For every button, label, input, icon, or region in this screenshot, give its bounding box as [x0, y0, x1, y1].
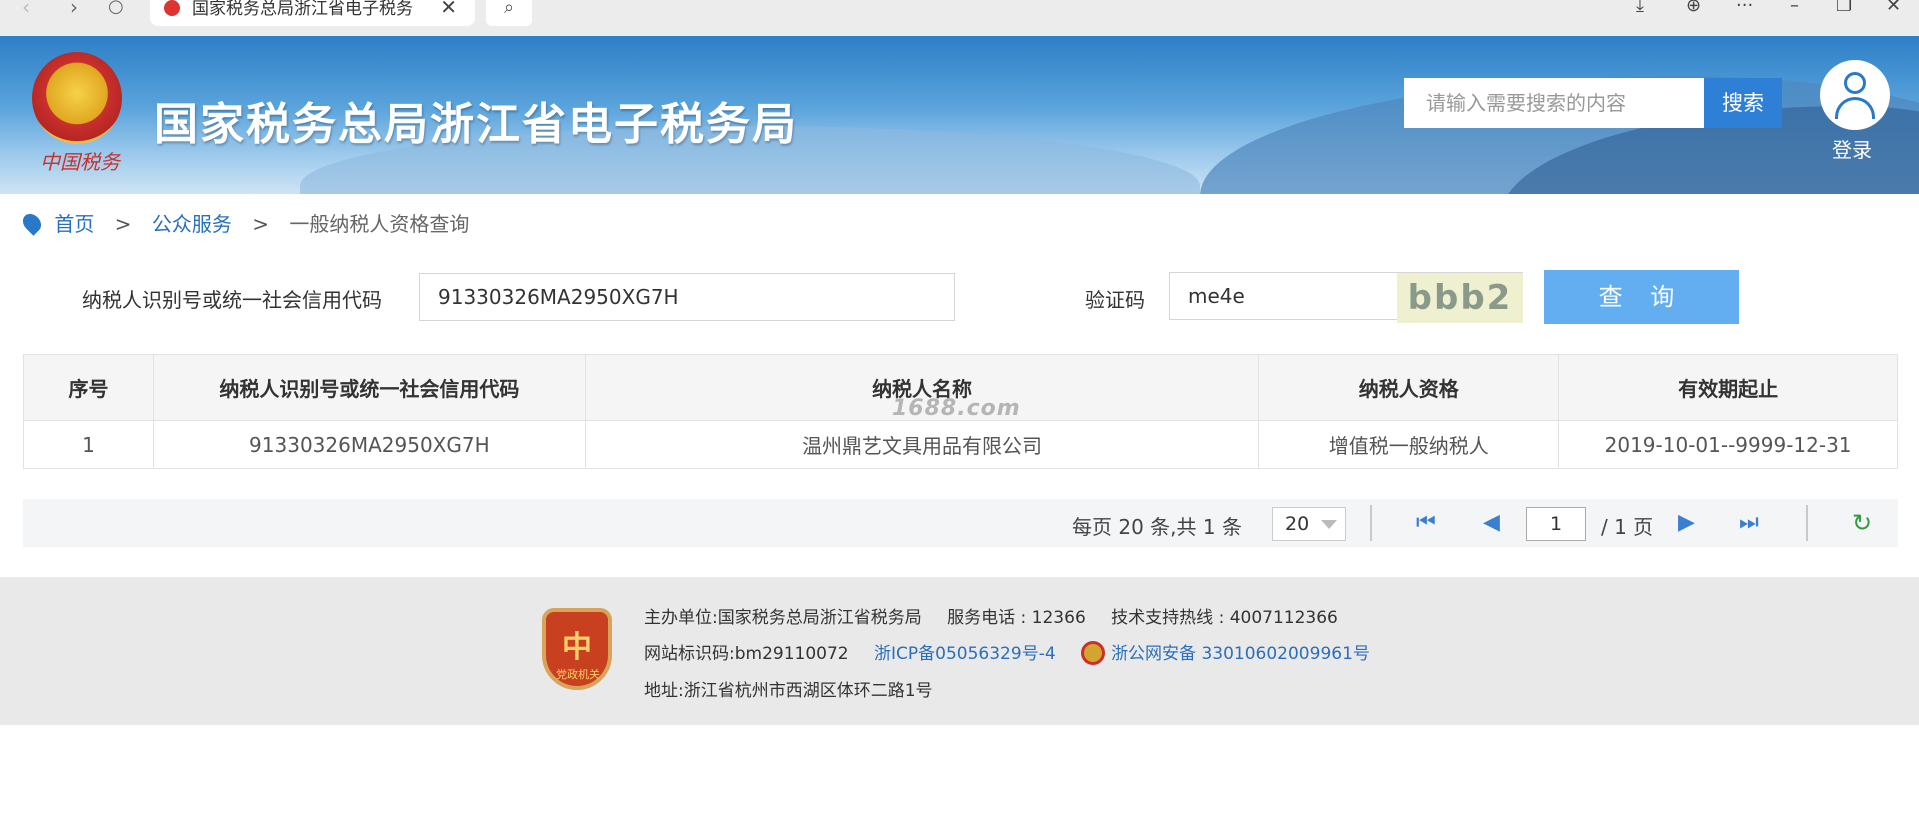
download-icon[interactable]: ⤓ — [1636, 0, 1644, 15]
page-size-select[interactable]: 20 — [1272, 507, 1346, 541]
divider — [1370, 505, 1372, 541]
table-cell: 1 — [23, 420, 154, 469]
close-icon[interactable]: ✕ — [440, 0, 457, 17]
table-cell: 91330326MA2950XG7H — [152, 420, 586, 469]
breadcrumb: 首页 > 公众服务 > 一般纳税人资格查询 — [19, 210, 470, 238]
table-cell: 增值税一般纳税人 — [1258, 420, 1560, 469]
next-page-icon[interactable]: ▶ — [1678, 511, 1695, 535]
user-body-shape — [1835, 97, 1875, 119]
captcha-label: 验证码 — [1085, 288, 1145, 312]
previous-page-icon[interactable]: ◀ — [1483, 511, 1500, 535]
page-number-input[interactable]: 1 — [1526, 507, 1586, 541]
badge-glyph: 中 — [562, 630, 592, 665]
page-summary: 每页 20 条,共 1 条 — [1072, 515, 1242, 539]
back-icon[interactable]: ‹ — [22, 0, 30, 18]
table-row: 1 91330326MA2950XG7H 温州鼎艺文具用品有限公司 增值税一般纳… — [23, 420, 1898, 469]
site-id-value: bm29110072 — [734, 644, 849, 664]
service-phone: 服务电话 : 12366 — [947, 608, 1086, 628]
icp-link[interactable]: 浙ICP备05056329号-4 — [874, 644, 1056, 664]
chevron-down-icon — [1321, 520, 1337, 529]
footer-address: 地址:浙江省杭州市西湖区体环二路1号 — [644, 681, 933, 701]
emblem-caption: 中国税务 — [40, 150, 120, 174]
breadcrumb-home[interactable]: 首页 — [54, 212, 94, 236]
column-header: 纳税人资格 — [1258, 354, 1560, 421]
support-hotline: 技术支持热线 : 4007112366 — [1111, 608, 1338, 628]
divider — [1806, 505, 1808, 541]
site-title: 国家税务总局浙江省电子税务局 — [154, 99, 798, 150]
restore-icon[interactable]: ❐ — [1836, 0, 1852, 15]
breadcrumb-public-service[interactable]: 公众服务 — [152, 212, 232, 236]
table-cell: 温州鼎艺文具用品有限公司 — [584, 420, 1260, 469]
user-icon[interactable] — [1820, 60, 1890, 130]
site-header: 中国税务 国家税务总局浙江省电子税务局 请输入需要搜索的内容 搜索 登录 — [0, 36, 1919, 194]
badge-caption: 党政机关 — [556, 668, 600, 681]
taxpayer-id-label: 纳税人识别号或统一社会信用代码 — [82, 288, 382, 312]
site-footer: 中 党政机关 主办单位:国家税务总局浙江省税务局 服务电话 : 12366 技术… — [0, 577, 1919, 725]
search-input[interactable]: 请输入需要搜索的内容 — [1404, 78, 1704, 128]
window-close-icon[interactable]: ✕ — [1886, 0, 1901, 15]
table-cell: 2019-10-01--9999-12-31 — [1558, 420, 1898, 469]
last-page-icon[interactable]: ⏭ — [1739, 511, 1759, 535]
forward-icon[interactable]: › — [70, 0, 78, 18]
tab-favicon-icon — [164, 0, 180, 16]
refresh-icon[interactable]: ↻ — [1852, 509, 1872, 537]
page-size-value: 20 — [1285, 513, 1310, 535]
site-id-label: 网站标识码: — [644, 644, 735, 664]
breadcrumb-separator: > — [114, 212, 132, 236]
government-badge-icon[interactable]: 中 党政机关 — [542, 608, 612, 690]
browser-tab[interactable]: 国家税务总局浙江省电子税务 ✕ — [150, 0, 475, 26]
reload-icon[interactable]: ○ — [108, 0, 124, 18]
breadcrumb-current: 一般纳税人资格查询 — [289, 212, 470, 236]
tab-title: 国家税务总局浙江省电子税务 — [192, 0, 413, 19]
taxpayer-id-input[interactable]: 91330326MA2950XG7H — [419, 273, 955, 321]
police-badge-icon — [1081, 641, 1106, 665]
column-header: 序号 — [23, 354, 154, 421]
captcha-image[interactable]: bbb2 — [1397, 273, 1523, 323]
host-label: 主办单位: — [644, 608, 718, 628]
more-icon[interactable]: ··· — [1736, 0, 1753, 15]
search-icon[interactable]: ⌕ — [486, 0, 532, 26]
host-value: 国家税务总局浙江省税务局 — [717, 608, 922, 628]
location-pin-icon — [19, 210, 45, 236]
police-record-link[interactable]: 浙公网安备 33010602009961号 — [1111, 644, 1370, 664]
footer-line-1: 主办单位:国家税务总局浙江省税务局 服务电话 : 12366 技术支持热线 : … — [644, 603, 1338, 628]
watermark: 1688.com — [892, 396, 1021, 421]
search-button[interactable]: 搜索 — [1704, 78, 1782, 128]
query-button[interactable]: 查 询 — [1544, 270, 1739, 324]
total-pages: / 1 页 — [1601, 515, 1654, 539]
first-page-icon[interactable]: ⏮ — [1416, 511, 1436, 535]
browser-toolbar: ‹ › ○ 国家税务总局浙江省电子税务 ✕ ⌕ ⤓ ⊕ ··· – ❐ ✕ — [0, 0, 1919, 36]
minimize-icon[interactable]: – — [1790, 0, 1799, 15]
login-link[interactable]: 登录 — [1832, 134, 1872, 163]
user-head-shape — [1844, 72, 1866, 94]
globe-icon[interactable]: ⊕ — [1686, 0, 1701, 15]
footer-line-2: 网站标识码:bm29110072 浙ICP备05056329号-4 浙公网安备 … — [644, 639, 1370, 665]
national-emblem-icon — [32, 52, 122, 144]
column-header: 有效期起止 — [1558, 354, 1898, 421]
pagination-bar: 每页 20 条,共 1 条 20 ⏮ ◀ 1 / 1 页 ▶ ⏭ ↻ — [23, 499, 1898, 547]
breadcrumb-separator: > — [252, 212, 269, 236]
column-header: 纳税人识别号或统一社会信用代码 — [152, 354, 586, 421]
